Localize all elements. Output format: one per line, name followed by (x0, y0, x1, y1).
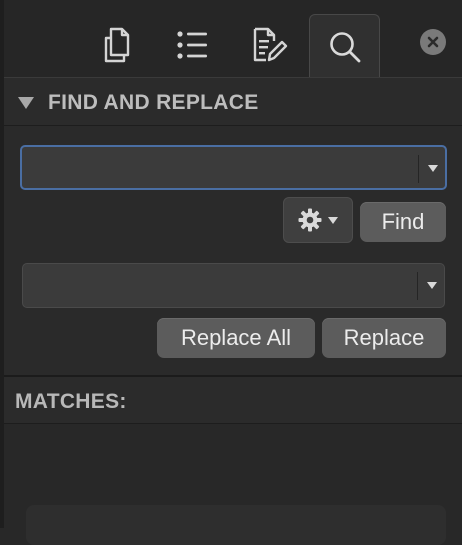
results-placeholder (26, 505, 446, 545)
list-icon (177, 31, 207, 59)
documents-icon (104, 27, 130, 63)
tab-outline[interactable] (169, 20, 215, 70)
replace-input[interactable] (31, 264, 415, 309)
tab-notes[interactable] (245, 20, 291, 70)
find-history-dropdown-icon[interactable] (428, 165, 438, 172)
section-title: FIND AND REPLACE (48, 91, 259, 114)
sidebar-toolbar (4, 0, 462, 78)
options-button[interactable] (283, 197, 353, 243)
disclosure-triangle-icon[interactable] (18, 97, 34, 109)
replace-combo[interactable] (22, 263, 445, 309)
gear-icon (298, 208, 322, 232)
tab-search[interactable] (309, 14, 380, 78)
find-button[interactable]: Find (360, 202, 446, 242)
matches-list[interactable] (4, 424, 462, 545)
search-icon (329, 31, 360, 62)
find-replace-header[interactable]: FIND AND REPLACE (4, 78, 462, 126)
combo-separator (418, 155, 419, 183)
tab-files[interactable] (94, 20, 140, 70)
close-button[interactable] (420, 29, 446, 55)
combo-separator (417, 272, 418, 300)
replace-all-button[interactable]: Replace All (157, 318, 315, 358)
find-input[interactable] (30, 147, 414, 190)
chevron-down-icon (328, 216, 338, 224)
matches-title: MATCHES: (15, 390, 127, 413)
matches-header: MATCHES: (4, 377, 462, 424)
find-combo[interactable] (20, 145, 447, 190)
replace-history-dropdown-icon[interactable] (427, 282, 437, 289)
edit-document-icon (253, 27, 288, 62)
close-icon (427, 36, 439, 48)
replace-button[interactable]: Replace (322, 318, 446, 358)
